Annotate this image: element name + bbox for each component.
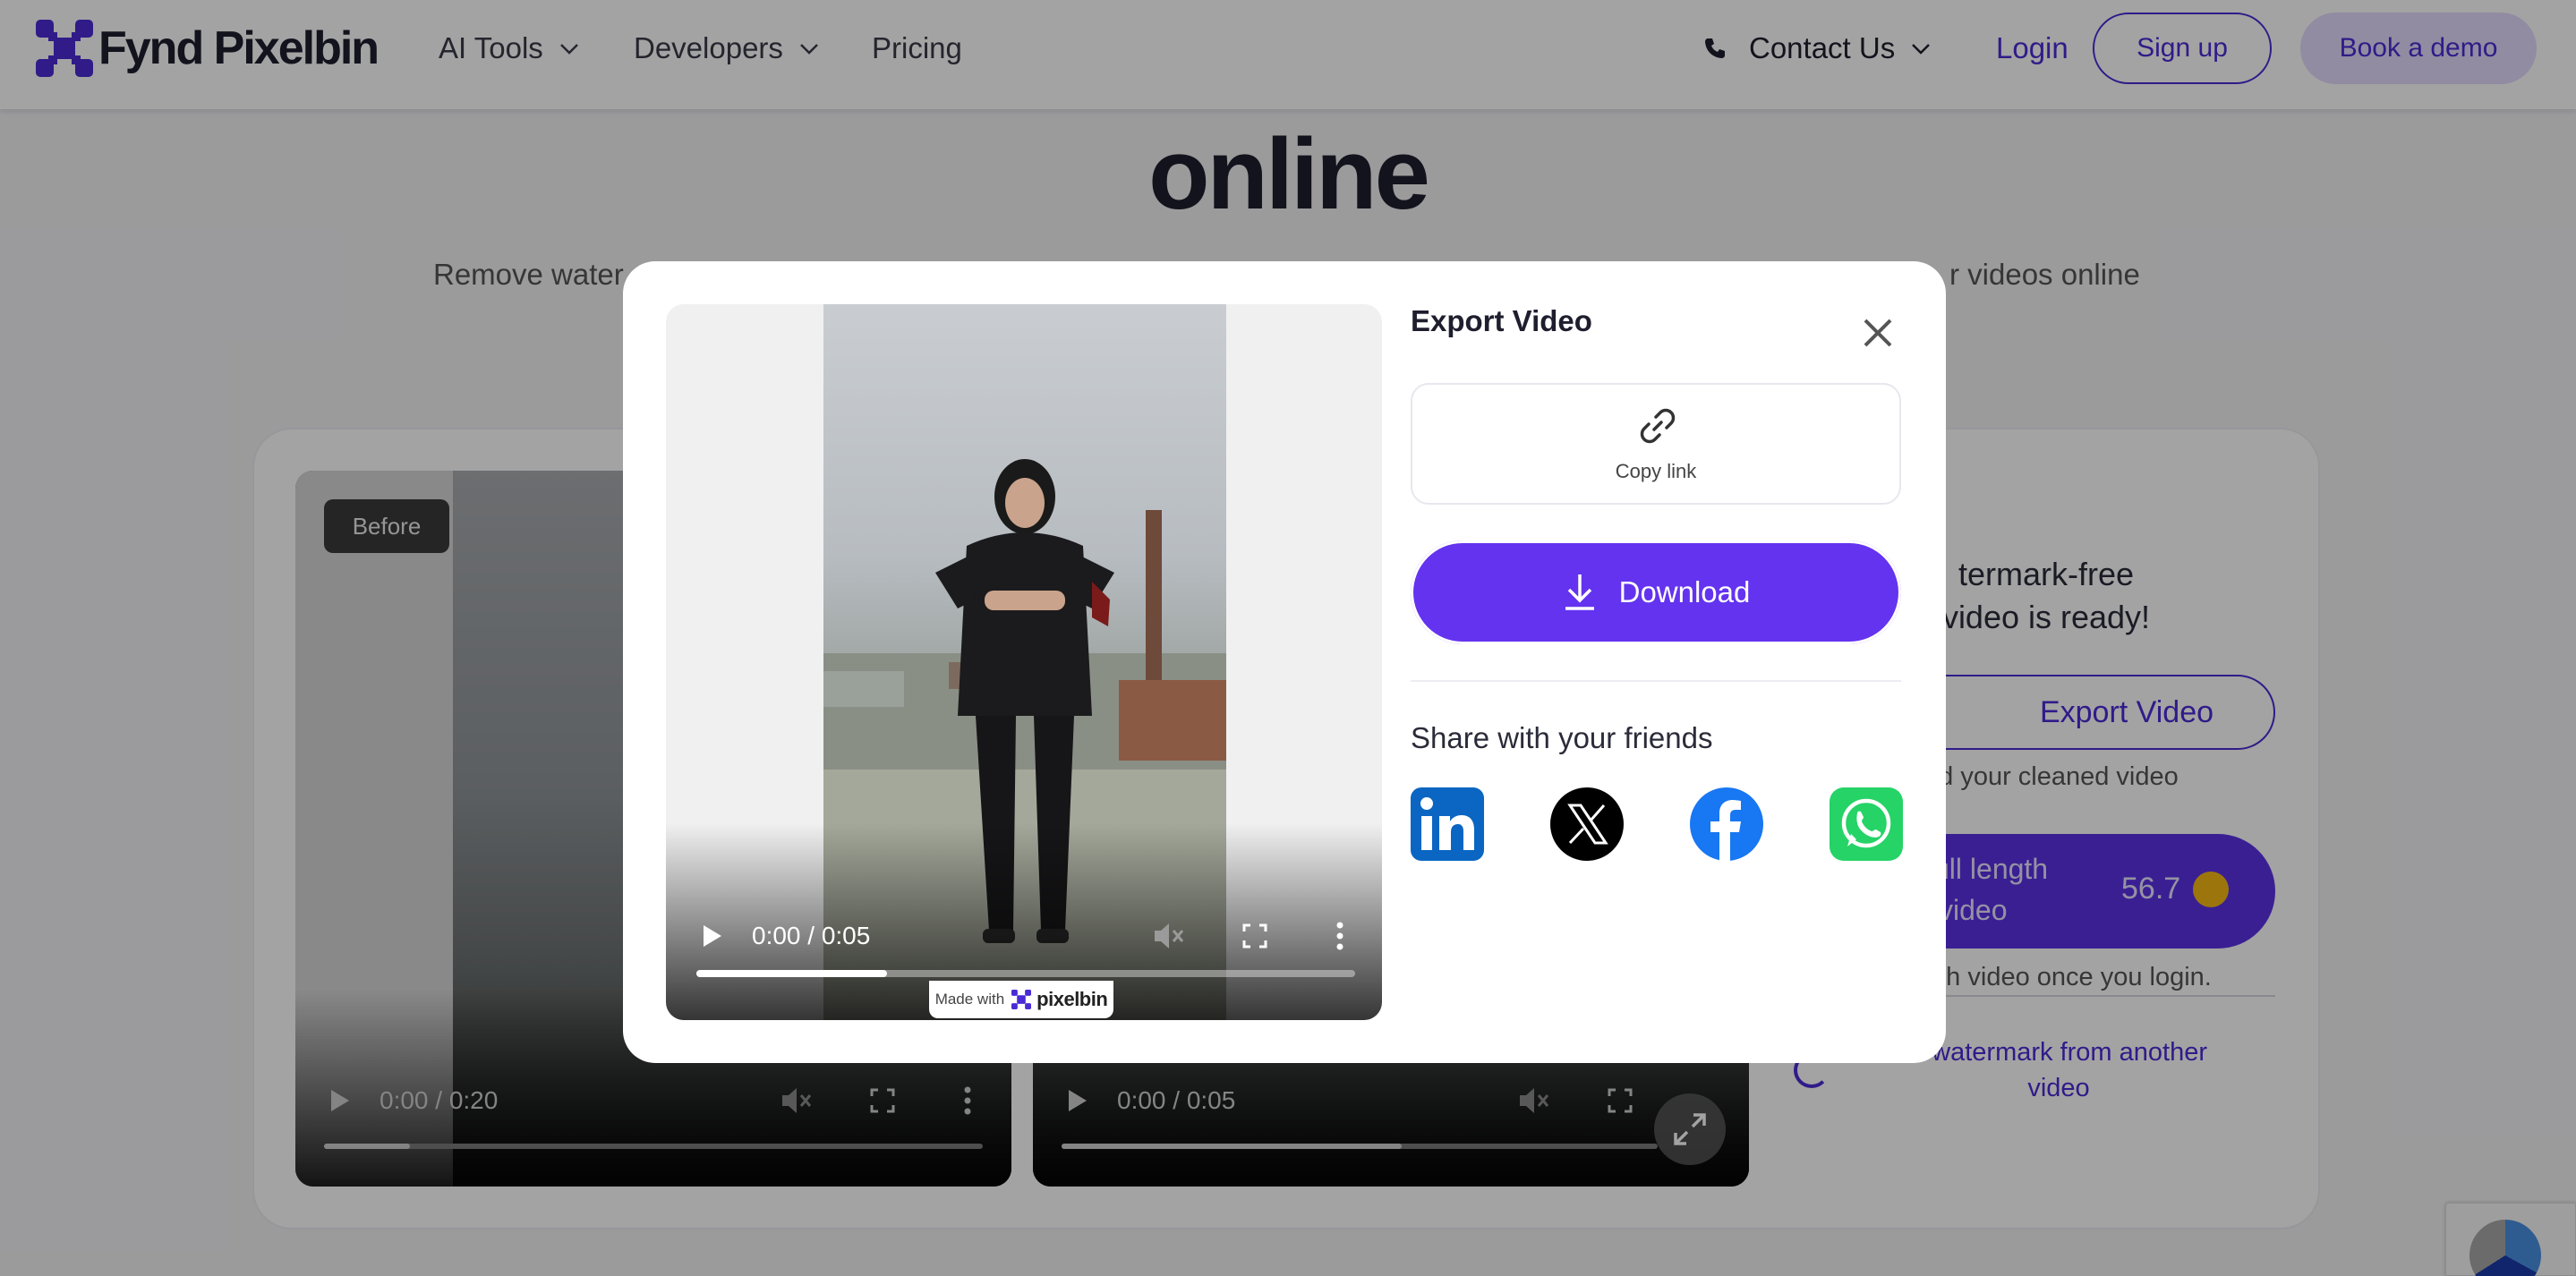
whatsapp-icon[interactable] xyxy=(1830,787,1903,861)
share-title: Share with your friends xyxy=(1411,721,1713,754)
made-with-pixelbin-watermark: Made with pixelbin xyxy=(929,981,1113,1018)
link-icon xyxy=(1640,408,1676,444)
fullscreen-icon[interactable] xyxy=(1242,923,1267,948)
linkedin-icon[interactable] xyxy=(1411,787,1484,861)
download-icon xyxy=(1565,574,1594,610)
made-with-brand: pixelbin xyxy=(1036,988,1108,1010)
export-video-time: 0:00 / 0:05 xyxy=(752,922,871,949)
copy-link-button[interactable]: Copy link xyxy=(1411,383,1901,505)
pixelbin-logo-icon xyxy=(1011,990,1032,1009)
made-with-label: Made with xyxy=(934,991,1005,1008)
close-icon[interactable] xyxy=(1858,313,1898,353)
export-video-progress[interactable] xyxy=(696,970,1355,977)
copy-link-label: Copy link xyxy=(1615,460,1697,482)
divider xyxy=(1411,680,1901,682)
more-vertical-icon[interactable] xyxy=(1335,922,1344,950)
export-video-player[interactable]: 0:00 / 0:05 xyxy=(666,304,1382,1020)
export-video-modal: 0:00 / 0:05 Made with pixelbin Export Vi… xyxy=(623,261,1946,1063)
download-button[interactable]: Download xyxy=(1411,540,1901,644)
play-icon[interactable] xyxy=(702,923,723,948)
download-label: Download xyxy=(1618,575,1751,608)
facebook-icon[interactable] xyxy=(1690,787,1763,861)
x-icon[interactable] xyxy=(1550,787,1624,861)
export-progress-fill xyxy=(696,970,888,977)
modal-title: Export Video xyxy=(1411,304,1592,337)
mute-icon[interactable] xyxy=(1153,922,1185,950)
